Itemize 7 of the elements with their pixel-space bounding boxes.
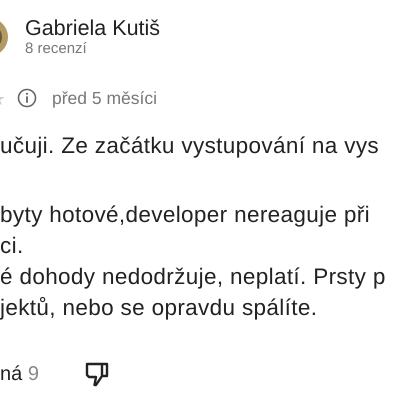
- review-paragraph: učuji. Ze začátku vystupování na vys: [0, 132, 380, 160]
- thumbs-down-icon[interactable]: [84, 360, 110, 388]
- reviewer-name[interactable]: Gabriela Kutiš: [25, 16, 160, 38]
- helpful-button[interactable]: ná 9: [0, 362, 39, 386]
- review-time: před 5 měsíci: [52, 88, 158, 108]
- info-icon[interactable]: [17, 88, 37, 108]
- review-count: 8 recenzí: [25, 40, 88, 58]
